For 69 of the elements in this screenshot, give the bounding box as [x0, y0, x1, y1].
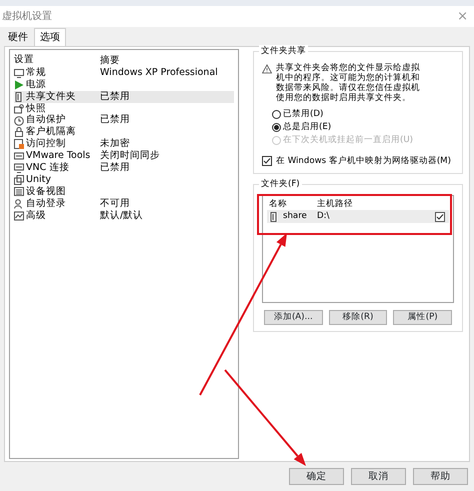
setting-name: 自动登录 [26, 196, 66, 210]
setting-name: 电源 [26, 78, 46, 91]
warning-text: 共享文件夹会将您的文件显示给虚拟机中的程序。这可能为您的计算机和数据带来风险。请仅在您信任虚拟机使用您的数据时启用共享文件夹。 [276, 64, 421, 104]
settings-row[interactable]: 自动保护 已禁用 [14, 114, 234, 126]
button[interactable]: 属性(P) [393, 310, 452, 326]
settings-row[interactable]: 设备视图 [14, 186, 234, 198]
windows-icon [14, 174, 24, 185]
lock-icon [14, 127, 24, 138]
monitor-icon [14, 68, 24, 78]
setting-summary: 默认/默认 [100, 208, 144, 223]
setting-name: Unity [26, 172, 51, 186]
button[interactable]: 确定 [289, 468, 344, 485]
setting-name: 快照 [26, 102, 46, 114]
setting-summary: 已禁用 [100, 160, 130, 175]
column-header: 摘要 [100, 54, 120, 67]
clock-icon [14, 116, 24, 126]
setting-name: VMware Tools [26, 149, 90, 162]
settings-row[interactable]: 快照 [14, 102, 234, 115]
radio-label: 在下次关机或挂起前一直启用(U) [283, 134, 413, 146]
settings-row[interactable]: VMware Tools 关闭时间同步 [14, 150, 234, 162]
setting-summary: 已禁用 [100, 113, 130, 128]
setting-summary: 不可用 [100, 196, 130, 210]
tab[interactable]: 选项 [34, 28, 66, 46]
checkbox-label: 在 Windows 客户机中映射为网络驱动器(M) [276, 154, 451, 168]
setting-name: 常规 [26, 66, 46, 79]
settings-row[interactable]: 访问控制 未加密 [14, 138, 234, 150]
settings-row[interactable]: 高级 默认/默认 [14, 210, 234, 222]
setting-name: 访问控制 [26, 137, 66, 151]
setting-summary: 未加密 [100, 137, 130, 150]
setting-name: 设备视图 [26, 184, 66, 198]
radio-button[interactable] [272, 110, 281, 118]
user-icon [14, 198, 24, 209]
monitor-icon [14, 163, 24, 174]
settings-row[interactable]: 电源 [14, 78, 234, 91]
settings-row[interactable]: 自动登录 不可用 [14, 198, 234, 210]
checkbox[interactable] [262, 156, 272, 166]
folder-row[interactable]: share D:\ [267, 210, 449, 224]
setting-name: VNC 连接 [26, 160, 70, 174]
document-icon [14, 139, 24, 150]
button[interactable]: 取消 [351, 468, 406, 485]
checkbox[interactable] [435, 212, 445, 222]
button[interactable]: 移除(R) [328, 310, 388, 326]
button[interactable]: 添加(A)... [264, 310, 323, 326]
radio-label: 总是启用(E) [283, 120, 332, 134]
setting-summary: 关闭时间同步 [100, 149, 160, 162]
settings-row[interactable]: 常规 Windows XP Professional [14, 67, 234, 79]
play-icon [14, 80, 24, 90]
setting-name: 共享文件夹 [26, 90, 76, 103]
settings-row[interactable]: VNC 连接 已禁用 [14, 162, 234, 174]
folder-name: share [283, 210, 307, 224]
folder-path: D:\ [317, 210, 330, 224]
settings-row[interactable]: Unity [14, 174, 234, 186]
warning-icon [262, 64, 272, 74]
column-header: 主机路径 [317, 198, 354, 210]
tab[interactable]: 硬件 [2, 28, 34, 46]
column-header: 设置 [14, 54, 35, 67]
setting-name: 高级 [26, 208, 46, 223]
radio-button[interactable] [272, 122, 281, 132]
chart-icon [14, 210, 24, 221]
setting-name: 客户机隔离 [26, 125, 76, 138]
column-header: 名称 [268, 198, 288, 210]
setting-summary: 已禁用 [100, 90, 130, 104]
radio-label: 已禁用(D) [283, 108, 324, 120]
button[interactable]: 帮助 [413, 468, 468, 485]
setting-name: 自动保护 [26, 113, 66, 126]
setting-summary: Windows XP Professional [100, 66, 218, 80]
settings-row[interactable]: 客户机隔离 [14, 126, 234, 138]
settings-row[interactable]: 共享文件夹 已禁用 [14, 90, 234, 103]
window-title: 虚拟机设置 [2, 10, 52, 24]
